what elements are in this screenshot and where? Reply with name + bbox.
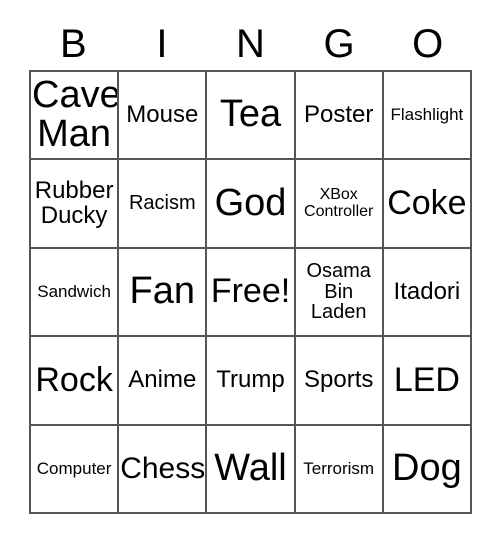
bingo-cell[interactable]: Chess xyxy=(119,425,208,514)
bingo-header-letter-g: G xyxy=(323,22,355,66)
bingo-cell-label: Computer xyxy=(36,458,112,478)
bingo-cell-label: Rock xyxy=(35,360,113,399)
bingo-cell-label: Tea xyxy=(219,93,282,136)
bingo-header-letter-n: N xyxy=(236,22,265,66)
bingo-cell-label: Rubber Ducky xyxy=(34,176,114,229)
bingo-cell[interactable]: Sandwich xyxy=(31,248,120,338)
bingo-cell[interactable]: Fan xyxy=(119,248,208,338)
bingo-cell-label: Terrorism xyxy=(303,458,375,478)
bingo-cell[interactable]: Itadori xyxy=(383,248,472,338)
bingo-cell[interactable]: Sports xyxy=(295,337,384,426)
bingo-cell-label: Anime xyxy=(128,365,197,393)
bingo-cell-label: Sandwich xyxy=(37,282,111,302)
bingo-grid: Cave Man Mouse Tea Poster Flashlight Rub… xyxy=(29,70,472,514)
bingo-cell[interactable]: Tea xyxy=(207,72,296,161)
bingo-cell-label: Itadori xyxy=(393,277,461,305)
bingo-header-letter-i: I xyxy=(156,22,168,66)
bingo-cell[interactable]: Racism xyxy=(119,160,208,249)
bingo-cell[interactable]: Rock xyxy=(31,337,120,426)
bingo-cell-label: Fan xyxy=(129,270,196,313)
bingo-cell-label: Cave Man xyxy=(32,73,120,156)
bingo-cell-label: Mouse xyxy=(126,100,199,128)
bingo-cell-label: Coke xyxy=(387,183,467,222)
bingo-cell[interactable]: Anime xyxy=(119,337,208,426)
bingo-cell-label: XBox Controller xyxy=(304,185,374,220)
bingo-cell[interactable]: Wall xyxy=(207,425,296,514)
bingo-card: B I N G O Cave Man Mouse Tea Poster Flas… xyxy=(0,0,500,544)
bingo-cell[interactable]: Mouse xyxy=(119,72,208,161)
bingo-cell-label: Wall xyxy=(214,447,287,490)
bingo-cell-label: God xyxy=(214,181,287,224)
bingo-cell[interactable]: Osama Bin Laden xyxy=(295,248,384,338)
bingo-cell-label: Poster xyxy=(304,100,374,128)
bingo-cell-label: Racism xyxy=(128,192,196,215)
bingo-cell[interactable]: Poster xyxy=(295,72,384,161)
bingo-cell-label: Free! xyxy=(210,272,291,311)
bingo-cell[interactable]: Terrorism xyxy=(295,425,384,514)
bingo-cell-label: Dog xyxy=(392,447,462,490)
bingo-header-letter-b: B xyxy=(59,22,87,66)
bingo-cell[interactable]: Dog xyxy=(383,425,472,514)
bingo-header: B I N G O xyxy=(29,18,472,70)
bingo-header-letter-o: O xyxy=(412,22,444,66)
bingo-cell[interactable]: God xyxy=(207,160,296,249)
bingo-cell-label: Osama Bin Laden xyxy=(306,259,371,324)
bingo-cell-label: Flashlight xyxy=(390,105,464,125)
bingo-cell[interactable]: XBox Controller xyxy=(295,160,384,249)
bingo-cell[interactable]: LED xyxy=(383,337,472,426)
bingo-cell-free[interactable]: Free! xyxy=(207,248,296,338)
bingo-cell[interactable]: Computer xyxy=(31,425,120,514)
bingo-cell-label: Chess xyxy=(120,452,206,486)
bingo-cell[interactable]: Coke xyxy=(383,160,472,249)
bingo-cell-label: Sports xyxy=(304,365,374,393)
bingo-cell-label: LED xyxy=(393,360,460,399)
bingo-cell[interactable]: Rubber Ducky xyxy=(31,160,120,249)
bingo-cell-label: Trump xyxy=(216,365,285,393)
bingo-cell[interactable]: Trump xyxy=(207,337,296,426)
bingo-cell[interactable]: Cave Man xyxy=(31,72,120,161)
bingo-cell[interactable]: Flashlight xyxy=(383,72,472,161)
